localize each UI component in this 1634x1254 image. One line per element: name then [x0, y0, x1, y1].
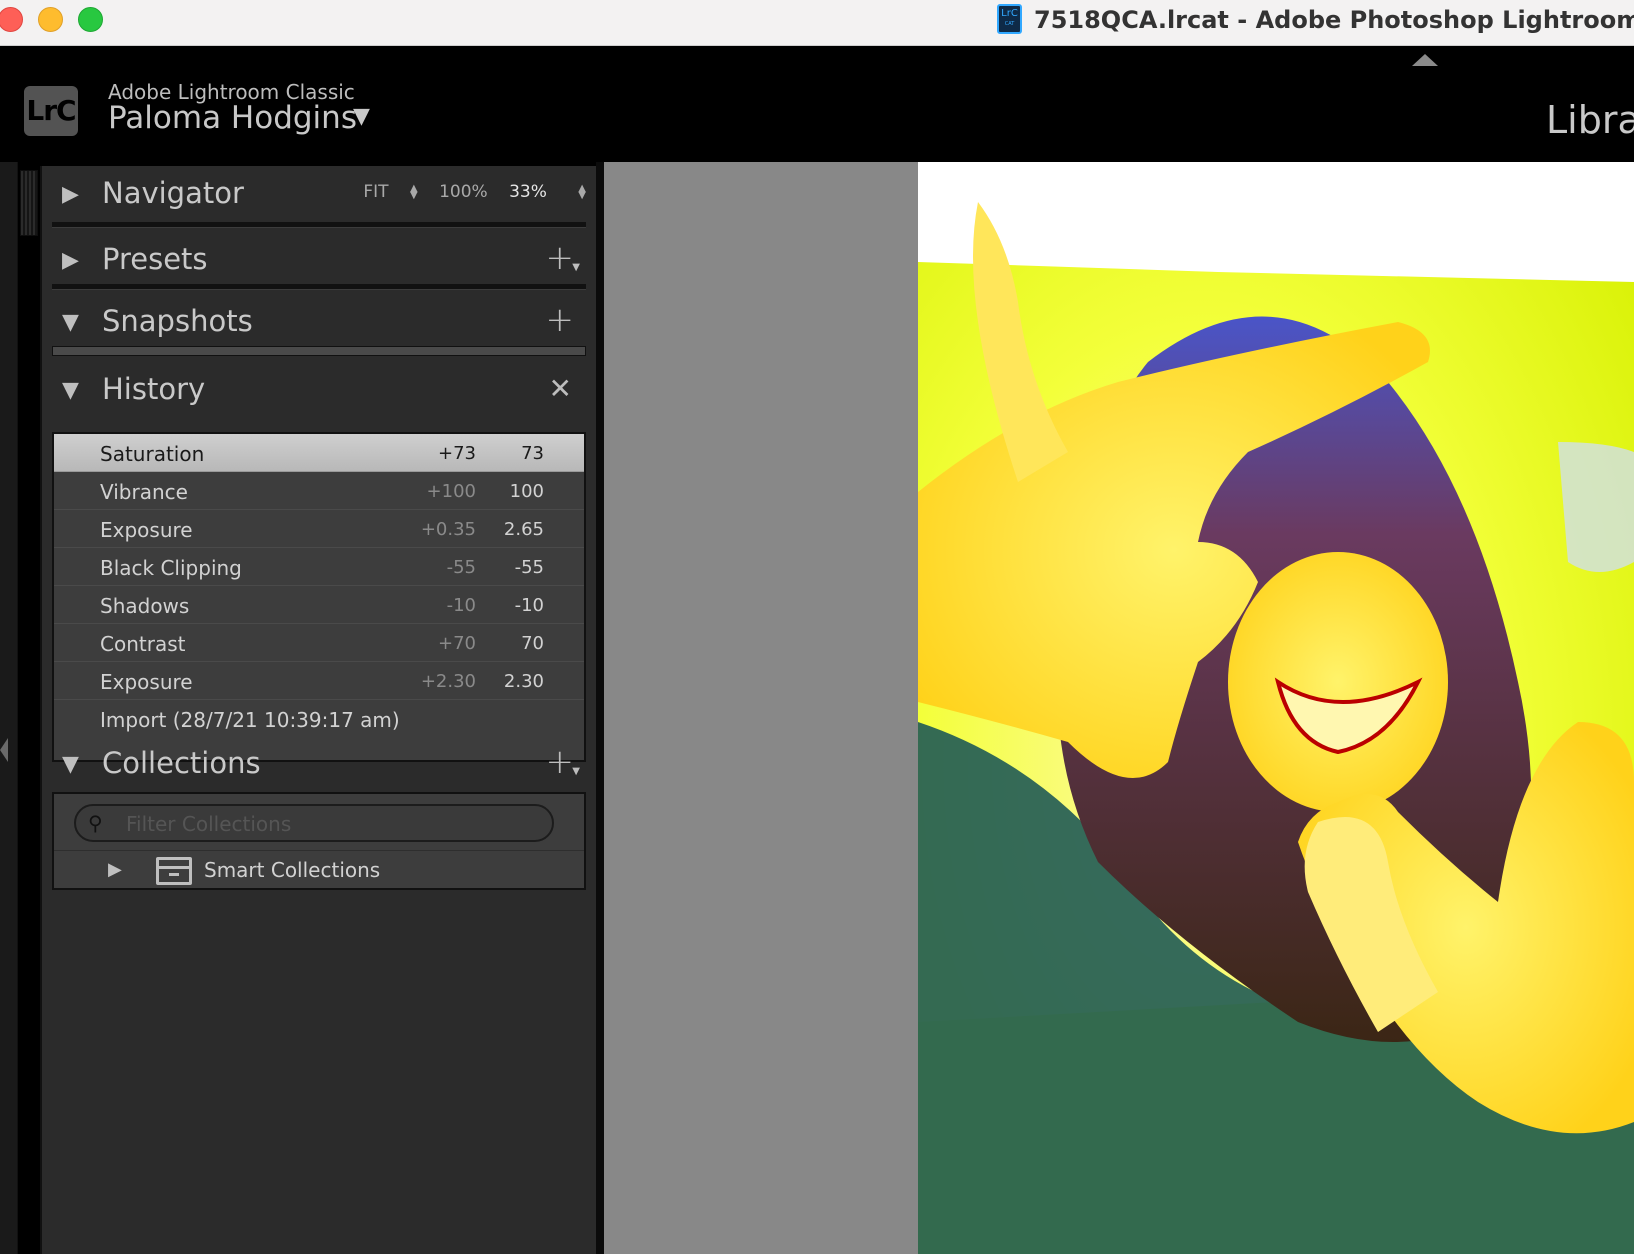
history-item-delta: +100 — [426, 481, 476, 502]
history-item[interactable]: Saturation +73 73 — [54, 434, 584, 472]
disclosure-triangle-icon[interactable]: ▶ — [108, 859, 122, 880]
history-item-label: Saturation — [100, 442, 205, 466]
zoom-fit-option[interactable]: FIT ▲ ▼ — [347, 182, 417, 202]
zoom-fit-label: FIT — [363, 182, 389, 202]
navigator-zoom-controls: FIT ▲ ▼ 100% 33% ▲ ▼ — [331, 182, 586, 202]
history-item-delta: +2.30 — [420, 671, 476, 692]
collection-set-box-icon — [156, 857, 192, 885]
zoom-33-option[interactable]: 33% — [509, 182, 547, 202]
history-item-delta: -55 — [446, 557, 476, 578]
catalog-icon-label: LrC — [1001, 8, 1018, 19]
navigator-title: Navigator — [102, 176, 244, 210]
search-icon[interactable]: ⚲ — [88, 811, 103, 835]
history-item-label: Import (28/7/21 10:39:17 am) — [100, 708, 400, 732]
left-panel-toggle-icon[interactable] — [0, 738, 8, 762]
snapshots-empty-list — [52, 346, 586, 356]
filter-collections-box[interactable]: ⚲ — [74, 804, 554, 842]
history-item-label: Contrast — [100, 632, 186, 656]
panel-divider — [52, 222, 586, 228]
left-rail — [0, 162, 18, 1254]
add-collection-caret-icon[interactable]: ▼ — [572, 766, 580, 777]
history-item-label: Exposure — [100, 518, 193, 542]
user-name[interactable]: Paloma Hodgins — [108, 100, 357, 136]
history-item-delta: +70 — [438, 633, 476, 654]
collections-list: ⚲ ▶ Smart Collections — [52, 792, 586, 890]
history-item-label: Shadows — [100, 594, 190, 618]
history-item-delta: +0.35 — [420, 519, 476, 540]
catalog-icon-sublabel: CAT — [1004, 21, 1015, 27]
clear-history-icon[interactable]: ✕ — [549, 372, 572, 405]
history-item-value: -55 — [514, 557, 544, 578]
history-item[interactable]: Import (28/7/21 10:39:17 am) — [54, 700, 584, 738]
stepper-icon: ▲ ▼ — [409, 183, 418, 201]
module-library-tab[interactable]: Libra — [1546, 98, 1634, 142]
add-preset-icon[interactable]: + — [546, 238, 575, 278]
history-item-label: Black Clipping — [100, 556, 242, 580]
add-collection-icon[interactable]: + — [546, 742, 575, 782]
history-item[interactable]: Exposure +0.35 2.65 — [54, 510, 584, 548]
history-item-value: 2.65 — [503, 519, 544, 540]
window-titlebar: LrC CAT 7518QCA.lrcat - Adobe Photoshop … — [0, 0, 1634, 46]
history-list: Saturation +73 73 Vibrance +100 100 Expo… — [52, 432, 586, 762]
history-item-value: 70 — [521, 633, 544, 654]
navigator-panel-header[interactable]: ▶ Navigator FIT ▲ ▼ 100% 33% ▲ ▼ — [52, 166, 586, 222]
collection-set-smart-collections[interactable]: ▶ Smart Collections — [54, 850, 584, 890]
history-item[interactable]: Black Clipping -55 -55 — [54, 548, 584, 586]
history-title: History — [102, 372, 206, 406]
close-window-button[interactable] — [0, 7, 23, 32]
history-item[interactable]: Contrast +70 70 — [54, 624, 584, 662]
collapse-triangle-icon[interactable]: ▶ — [62, 248, 79, 273]
zoom-100-option[interactable]: 100% — [439, 182, 488, 202]
history-item-value: 73 — [521, 443, 544, 464]
presets-title: Presets — [102, 242, 208, 276]
panel-edge — [596, 162, 604, 1254]
photo-preview[interactable] — [918, 162, 1634, 1254]
user-menu-dropdown-icon[interactable]: ▼ — [353, 104, 370, 129]
collapse-triangle-icon[interactable]: ▶ — [62, 182, 79, 207]
collections-title: Collections — [102, 746, 261, 780]
add-preset-caret-icon[interactable]: ▼ — [572, 262, 580, 273]
history-item[interactable]: Exposure +2.30 2.30 — [54, 662, 584, 700]
loupe-view[interactable] — [604, 162, 1634, 1254]
zoom-window-button[interactable] — [78, 7, 103, 32]
window-title: 7518QCA.lrcat - Adobe Photoshop Lightroo… — [1034, 6, 1634, 34]
history-item-value: 100 — [509, 481, 544, 502]
snapshots-panel-header[interactable]: ▼ Snapshots + — [52, 294, 586, 350]
smart-collections-label: Smart Collections — [204, 858, 381, 882]
expand-triangle-icon[interactable]: ▼ — [62, 752, 79, 777]
snapshots-title: Snapshots — [102, 304, 253, 338]
history-panel-header[interactable]: ▼ History ✕ — [52, 362, 586, 418]
presets-panel-header[interactable]: ▶ Presets + ▼ — [52, 232, 586, 288]
history-item[interactable]: Vibrance +100 100 — [54, 472, 584, 510]
top-panel-toggle-icon[interactable] — [1412, 54, 1438, 66]
expand-triangle-icon[interactable]: ▼ — [62, 378, 79, 403]
left-panel: ▶ Navigator FIT ▲ ▼ 100% 33% ▲ ▼ ▶ Presets… — [40, 166, 596, 1254]
collections-panel-header[interactable]: ▼ Collections + ▼ — [52, 736, 586, 792]
history-item-delta: +73 — [438, 443, 476, 464]
history-item-value: 2.30 — [503, 671, 544, 692]
expand-triangle-icon[interactable]: ▼ — [62, 310, 79, 335]
zoom-stepper-icon[interactable]: ▲ ▼ — [578, 184, 586, 201]
history-item-delta: -10 — [446, 595, 476, 616]
catalog-file-icon: LrC CAT — [997, 4, 1022, 34]
lightroom-logo: LrC — [24, 86, 78, 136]
add-snapshot-icon[interactable]: + — [546, 300, 575, 340]
history-item[interactable]: Shadows -10 -10 — [54, 586, 584, 624]
minimize-window-button[interactable] — [38, 7, 63, 32]
identity-plate: LrC Adobe Lightroom Classic Paloma Hodgi… — [0, 46, 1634, 162]
photo-image — [918, 162, 1634, 1254]
history-item-label: Vibrance — [100, 480, 188, 504]
panel-resize-grip[interactable] — [20, 170, 38, 236]
panel-divider — [52, 284, 586, 290]
history-item-value: -10 — [514, 595, 544, 616]
filter-collections-input[interactable] — [126, 811, 526, 837]
history-item-label: Exposure — [100, 670, 193, 694]
